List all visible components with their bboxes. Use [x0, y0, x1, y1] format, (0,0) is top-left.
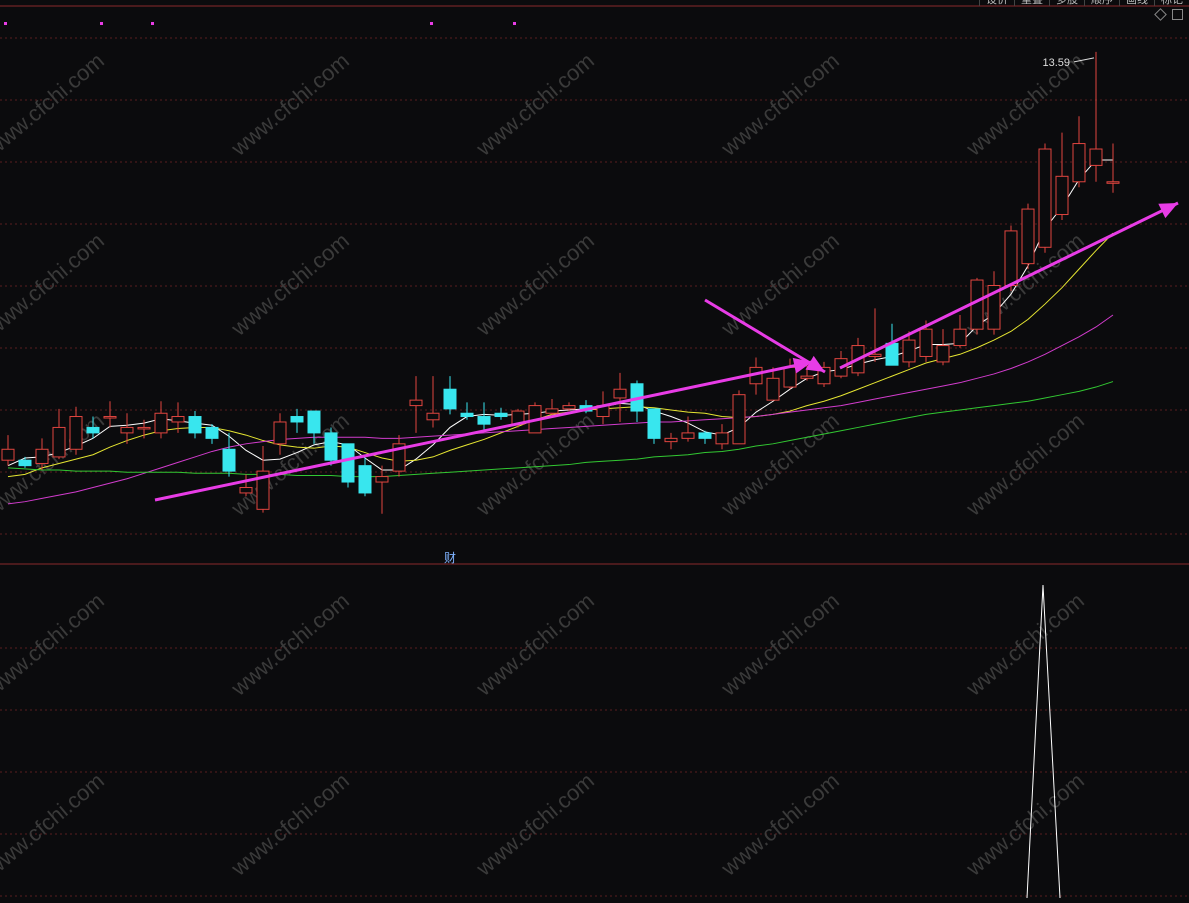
- candle-body: [919, 328, 933, 357]
- candle-body: [1038, 148, 1052, 248]
- candle-body: [290, 416, 304, 423]
- watermark-text: www.cfchi.com: [471, 588, 599, 701]
- kline-chart[interactable]: www.cfchi.com www.cfchi.com www.cfchi.com w…: [0, 0, 1189, 899]
- watermark-text: www.cfchi.com: [471, 228, 599, 341]
- candle-body: [664, 437, 678, 443]
- candle-body: [137, 426, 151, 430]
- candle-body: [426, 412, 440, 421]
- candle-body: [205, 426, 219, 439]
- candle-body: [766, 377, 780, 401]
- toolbar-tab[interactable]: 标记: [1154, 0, 1189, 6]
- candle-body: [698, 432, 712, 439]
- candle-body: [324, 432, 338, 461]
- candle-body: [86, 426, 100, 434]
- watermark-text: www.cfchi.com: [471, 48, 599, 161]
- candle-body: [341, 443, 355, 483]
- candle-body: [222, 448, 236, 472]
- watermark-text: www.cfchi.com: [716, 228, 844, 341]
- watermark-text: www.cfchi.com: [471, 768, 599, 881]
- candle-body: [409, 399, 423, 407]
- candle-body: [732, 394, 746, 445]
- high-price-label: 13.59: [1042, 57, 1070, 69]
- candle-body: [35, 448, 49, 464]
- watermark-text: www.cfchi.com: [0, 48, 109, 161]
- watermark-text: www.cfchi.com: [716, 588, 844, 701]
- toolbar-tab[interactable]: 顺序: [1084, 0, 1119, 6]
- watermark-text: www.cfchi.com: [961, 408, 1089, 521]
- ma-line-ma20: [7, 314, 1114, 505]
- toolbar-tab[interactable]: 画线: [1119, 0, 1154, 6]
- watermark-text: www.cfchi.com: [0, 228, 109, 341]
- toolbar-tabs: 设价 重叠 多股 顺序 画线 标记: [979, 0, 1189, 6]
- candle-body: [188, 416, 202, 434]
- candle-body: [902, 339, 916, 363]
- watermark-text: www.cfchi.com: [716, 768, 844, 881]
- candle-body: [443, 388, 457, 410]
- candle-body: [103, 416, 117, 419]
- candle-body: [953, 328, 967, 347]
- watermark-text: www.cfchi.com: [716, 48, 844, 161]
- candle-body: [681, 432, 695, 439]
- trend-arrow-1: [154, 360, 813, 502]
- candle-body: [120, 426, 134, 434]
- event-marker: [151, 22, 154, 25]
- event-marker: [4, 22, 7, 25]
- candle-body: [1, 448, 15, 461]
- candle-body: [800, 375, 814, 379]
- candle-body: [783, 366, 797, 388]
- watermark-text: www.cfchi.com: [226, 768, 354, 881]
- finance-marker[interactable]: 财: [444, 549, 456, 566]
- watermark-text: www.cfchi.com: [226, 588, 354, 701]
- candle-body: [18, 459, 32, 467]
- toolbar-tab[interactable]: 设价: [979, 0, 1014, 6]
- candle-body: [1106, 181, 1120, 184]
- watermark-text: www.cfchi.com: [961, 588, 1089, 701]
- watermark-text: www.cfchi.com: [961, 768, 1089, 881]
- candle-body: [239, 486, 253, 494]
- candle-body: [69, 416, 83, 450]
- watermark-text: www.cfchi.com: [226, 48, 354, 161]
- watermark-text: www.cfchi.com: [226, 228, 354, 341]
- candle-body: [477, 416, 491, 425]
- toolbar-tab[interactable]: 多股: [1049, 0, 1084, 6]
- candle-body: [613, 388, 627, 399]
- candle-body: [936, 345, 950, 363]
- candle-body: [1055, 175, 1069, 216]
- candle-body: [358, 465, 372, 494]
- candle-body: [171, 416, 185, 423]
- chart-root: www.cfchi.com www.cfchi.com www.cfchi.com w…: [0, 0, 1189, 899]
- candle-body: [52, 426, 66, 458]
- event-marker: [100, 22, 103, 25]
- event-marker: [430, 22, 433, 25]
- candle-body: [545, 408, 559, 414]
- candle-body: [647, 408, 661, 439]
- event-marker: [513, 22, 516, 25]
- candle-body: [375, 476, 389, 483]
- candle-body: [1089, 148, 1103, 166]
- candle-body: [494, 412, 508, 418]
- candle-body: [273, 421, 287, 445]
- candle-body: [885, 342, 899, 366]
- watermark-text: www.cfchi.com: [0, 768, 109, 881]
- window-square-icon[interactable]: [1172, 9, 1183, 20]
- candle-body: [307, 410, 321, 434]
- toolbar-tab[interactable]: 重叠: [1014, 0, 1049, 6]
- candle-body: [715, 432, 729, 445]
- candle-body: [1021, 208, 1035, 265]
- watermark-text: www.cfchi.com: [0, 588, 109, 701]
- candle-body: [154, 412, 168, 434]
- candle-body: [562, 405, 576, 410]
- candle-body: [460, 412, 474, 418]
- watermark-text: www.cfchi.com: [226, 408, 354, 521]
- candle-body: [1072, 143, 1086, 183]
- candle-body: [1004, 230, 1018, 286]
